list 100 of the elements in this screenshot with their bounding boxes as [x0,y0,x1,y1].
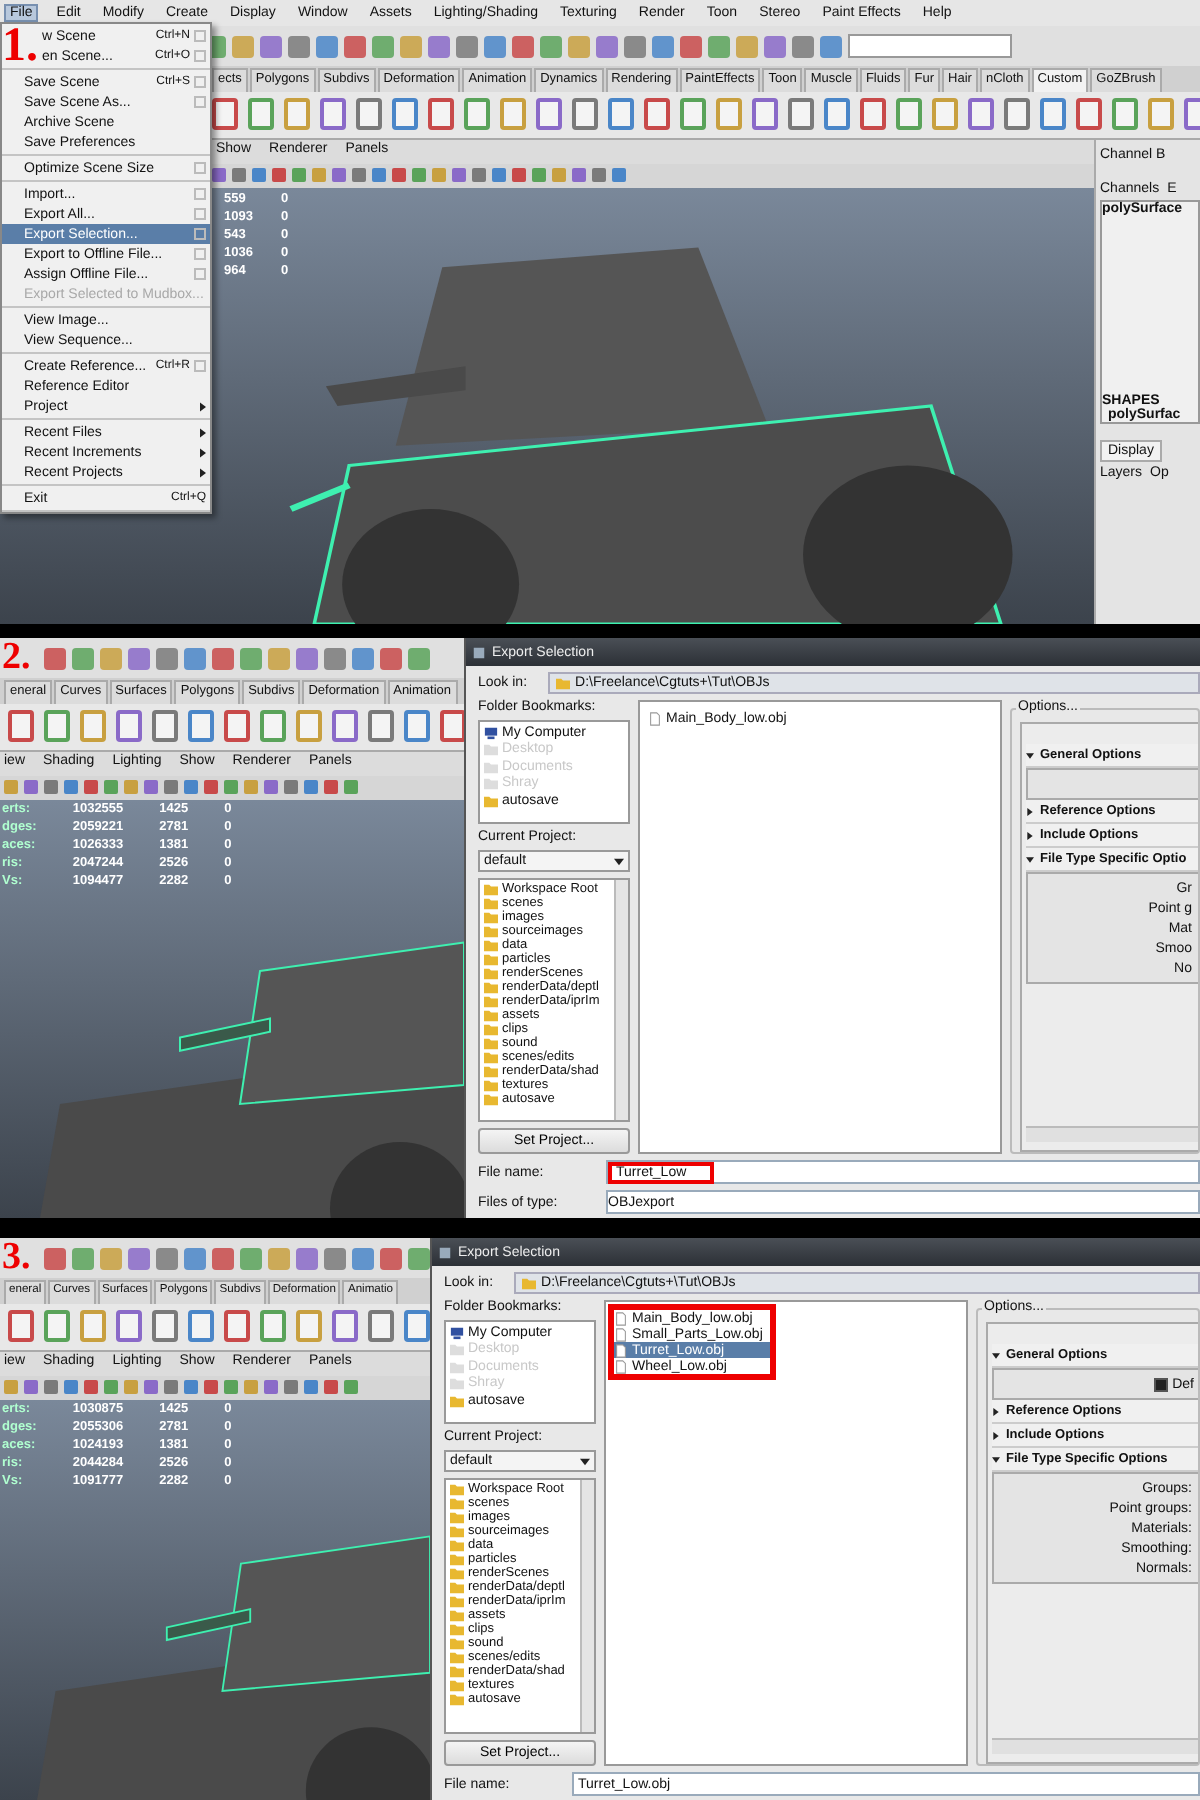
shelf-tool-icon[interactable] [1040,98,1066,130]
shelf-tool-icon[interactable] [224,710,250,742]
tool-icon[interactable] [184,647,206,669]
shelf-tool-icon[interactable] [152,710,178,742]
folder-icon [521,1276,536,1290]
tool-icon[interactable] [296,647,318,669]
shelf-tool-icon[interactable] [188,710,214,742]
scrollbar[interactable] [580,1480,594,1732]
option-box-icon[interactable] [194,360,206,372]
step-number: 3. [2,1238,31,1276]
tool-icon[interactable] [764,35,786,57]
tool-icon[interactable] [428,35,450,57]
tool-icon[interactable] [296,1247,318,1269]
shelf-tool-icon[interactable] [320,98,346,130]
scrollbar[interactable] [992,1738,1198,1754]
shelf-tool-icon[interactable] [8,710,34,742]
tool-icon[interactable] [596,35,618,57]
tool-icon[interactable] [484,35,506,57]
tool-icon[interactable] [820,35,842,57]
caret-icon [580,1457,590,1465]
expanded-arrow-icon [1026,751,1034,759]
tool-icon[interactable] [316,35,338,57]
shelf-tool-icon[interactable] [392,98,418,130]
collapsed-arrow-icon [992,1407,1000,1415]
shelf-tool-icon[interactable] [1076,98,1102,130]
expanded-arrow-icon [1026,855,1034,863]
tool-icon[interactable] [212,647,234,669]
tool-icon[interactable] [324,1247,346,1269]
shelf-tool-icon[interactable] [788,98,814,130]
shelf-tool-icon[interactable] [404,710,430,742]
tool-icon[interactable] [324,647,346,669]
shelf-tool-icon[interactable] [752,98,778,130]
option-box-icon[interactable] [194,248,206,260]
tool-icon[interactable] [512,35,534,57]
checkbox[interactable] [1154,1377,1169,1391]
tool-icon[interactable] [352,1247,374,1269]
tool-icon[interactable] [44,647,66,669]
shelf-tool-icon[interactable] [644,98,670,130]
tool-icon[interactable] [156,1247,178,1269]
shelf-tool-icon[interactable] [536,98,562,130]
tool-icon[interactable] [652,35,674,57]
option-box-icon[interactable] [194,50,206,62]
option-box-icon[interactable] [194,208,206,220]
tool-icon[interactable] [44,1247,66,1269]
submenu-arrow-icon [200,401,206,411]
shelf-tool-icon[interactable] [368,710,394,742]
tool-icon[interactable] [352,647,374,669]
tool-icon[interactable] [380,1247,402,1269]
step-number: 2. [2,638,31,676]
shelf-tool-icon[interactable] [428,98,454,130]
tool-icon[interactable] [288,35,310,57]
shelf-tool-icon[interactable] [8,1310,34,1342]
tool-icon[interactable] [680,35,702,57]
shelf-tool-icon[interactable] [224,1310,250,1342]
input-field[interactable] [848,34,1012,58]
shelf-tool-icon[interactable] [368,1310,394,1342]
shelf-tool-icon[interactable] [212,98,238,130]
tool-icon[interactable] [184,1247,206,1269]
option-box-icon[interactable] [194,268,206,280]
shelf-tool-icon[interactable] [116,1310,142,1342]
collapsed-arrow-icon [1026,807,1034,815]
tool-icon[interactable] [156,647,178,669]
collapsed-arrow-icon [992,1431,1000,1439]
shelf-tool-icon[interactable] [332,710,358,742]
shelf-tool-icon[interactable] [1004,98,1030,130]
option-box-icon[interactable] [194,162,206,174]
option-box-icon[interactable] [194,76,206,88]
scrollbar[interactable] [1026,1126,1198,1142]
option-box-icon[interactable] [194,96,206,108]
shelf-tool-icon[interactable] [152,1310,178,1342]
app-icon [472,645,486,659]
tool-icon[interactable] [792,35,814,57]
shelf-tool-icon[interactable] [404,1310,430,1342]
shelf-tool-icon[interactable] [824,98,850,130]
computer-icon [450,1325,464,1340]
option-box-icon[interactable] [194,228,206,240]
option-box-icon[interactable] [194,30,206,42]
tool-icon[interactable] [380,647,402,669]
tool-icon[interactable] [344,35,366,57]
shelf-tool-icon[interactable] [356,98,382,130]
collapsed-arrow-icon [1026,831,1034,839]
scrollbar[interactable] [614,880,628,1120]
step-number: 1. [2,22,38,70]
shelf-tool-icon[interactable] [968,98,994,130]
shelf-tool-icon[interactable] [608,98,634,130]
option-box-icon[interactable] [194,188,206,200]
shelf-tool-icon[interactable] [572,98,598,130]
caret-icon [614,857,624,865]
tool-icon[interactable] [128,647,150,669]
tool-icon[interactable] [456,35,478,57]
expanded-arrow-icon [992,1455,1000,1463]
shelf-tool-icon[interactable] [188,1310,214,1342]
shelf-tool-icon[interactable] [860,98,886,130]
shelf-tool-icon[interactable] [116,710,142,742]
tool-icon[interactable] [624,35,646,57]
tool-icon[interactable] [212,1247,234,1269]
shelf-tool-icon[interactable] [440,710,464,742]
shelf-tool-icon[interactable] [332,1310,358,1342]
tool-icon[interactable] [128,1247,150,1269]
tool-icon[interactable] [260,35,282,57]
